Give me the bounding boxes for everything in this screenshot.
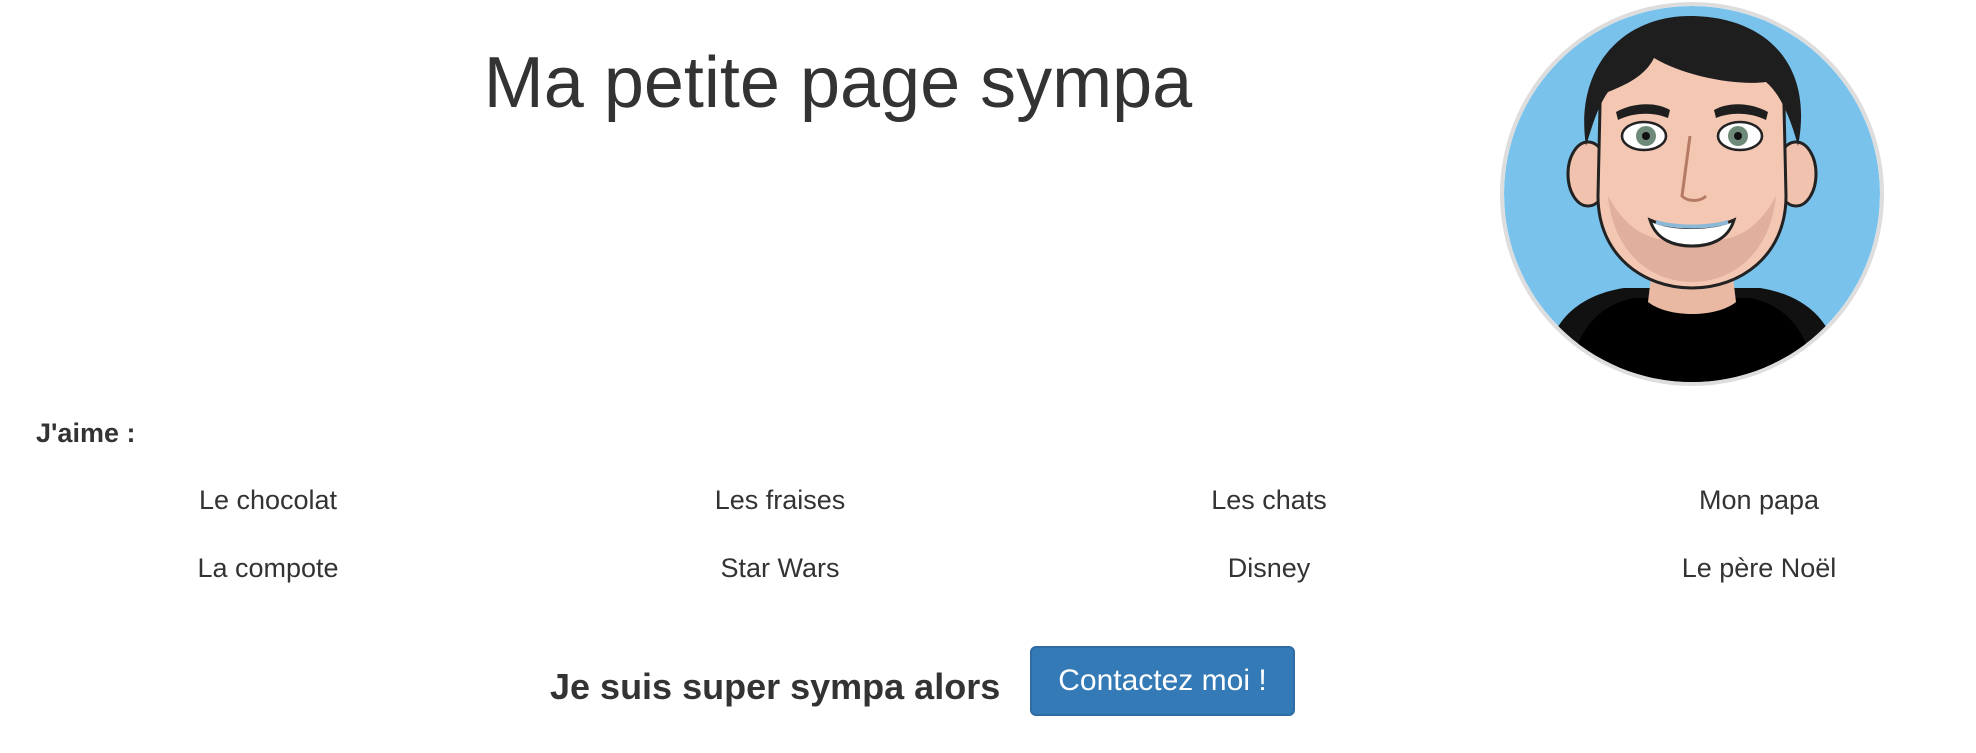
list-item: Les chats — [1211, 485, 1327, 515]
list-item: Le père Noël — [1681, 553, 1837, 583]
likes-heading: J'aime : — [36, 418, 136, 448]
list-item: Mon papa — [1698, 485, 1820, 515]
avatar — [1500, 2, 1884, 386]
contact-button[interactable]: Contactez moi ! — [1030, 646, 1295, 716]
list-item: Le chocolat — [198, 485, 338, 515]
cta-text: Je suis super sympa alors — [550, 666, 1001, 707]
list-item: Les fraises — [714, 485, 846, 515]
list-item: La compote — [197, 553, 339, 583]
list-item: Disney — [1227, 553, 1311, 583]
likes-list: Le chocolat Les fraises Les chats Mon pa… — [0, 480, 1976, 616]
page-title: Ma petite page sympa — [483, 43, 1193, 123]
list-item: Star Wars — [720, 553, 840, 583]
contact-section: Je suis super sympa alors Contactez moi … — [550, 646, 1295, 716]
cartoon-portrait-avatar-icon — [1504, 6, 1880, 382]
